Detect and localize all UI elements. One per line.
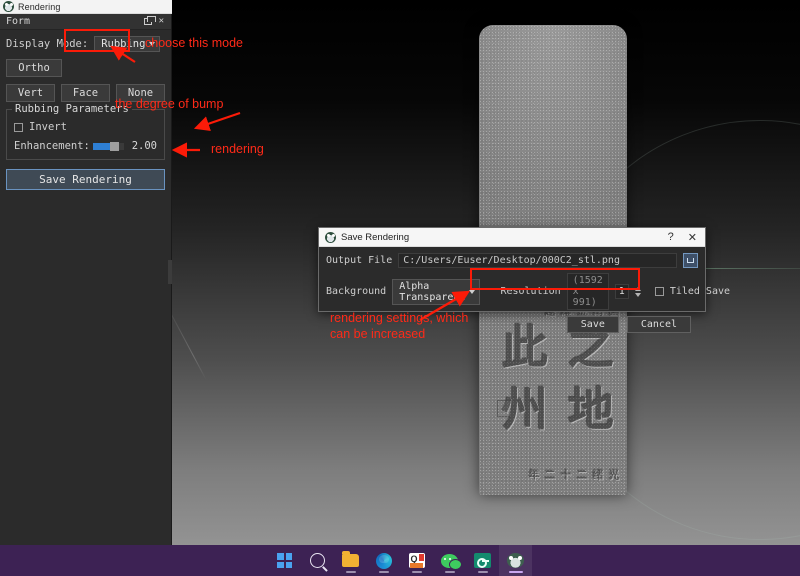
file-explorer-button[interactable] [334, 545, 367, 576]
invert-label: Invert [29, 121, 67, 133]
edge-browser-button[interactable] [367, 545, 400, 576]
windows-taskbar: Q [0, 545, 800, 576]
wechat-icon [441, 553, 462, 570]
ortho-button[interactable]: Ortho [6, 59, 62, 77]
undock-icon[interactable] [143, 16, 156, 25]
help-icon[interactable]: ? [668, 231, 674, 243]
form-panel-body: Display Mode: Rubbing Ortho Vert Face No… [0, 30, 171, 190]
running-indicator [378, 571, 389, 573]
enhancement-slider[interactable] [92, 141, 124, 151]
tiled-save-label: Tiled Save [669, 286, 731, 297]
background-select[interactable]: Alpha Transparent [392, 278, 481, 305]
folder-icon [342, 551, 359, 567]
form-dock-panel: Form ✕ Display Mode: Rubbing Ortho Vert … [0, 14, 172, 545]
axis-indicator-line-secondary [172, 300, 207, 381]
dialog-titlebar[interactable]: Save Rendering ? ✕ [319, 228, 705, 247]
panda-app-icon [3, 1, 14, 12]
output-file-input[interactable]: C:/Users/Euser/Desktop/000C2_stl.png [398, 253, 677, 268]
enhancement-label: Enhancement: [14, 140, 90, 152]
running-indicator [345, 571, 356, 573]
display-mode-row: Display Mode: Rubbing [6, 36, 165, 52]
dialog-body: Output File C:/Users/Euser/Desktop/000C2… [319, 247, 730, 333]
close-icon[interactable]: ✕ [159, 17, 164, 26]
resolution-scale-stepper[interactable] [634, 286, 641, 297]
display-mode-select[interactable]: Rubbing [94, 36, 161, 52]
running-indicator [444, 571, 455, 573]
invert-checkbox-row[interactable]: Invert [14, 121, 157, 133]
panel-splitter-handle[interactable] [168, 260, 172, 284]
wechat-button[interactable] [433, 545, 466, 576]
output-file-label: Output File [326, 255, 393, 266]
none-button[interactable]: None [116, 84, 165, 102]
panda-app-icon [507, 553, 524, 568]
stepper-down-icon[interactable] [634, 292, 641, 297]
display-mode-label: Display Mode: [6, 38, 89, 50]
resolution-scale-input[interactable]: 1 [614, 284, 629, 299]
chevron-down-icon [469, 289, 476, 294]
output-file-row: Output File C:/Users/Euser/Desktop/000C2… [326, 253, 698, 268]
enhancement-slider-fill [92, 142, 111, 150]
enhancement-row: Enhancement: 2.00 [14, 140, 157, 152]
app-titlebar[interactable]: Rendering [0, 0, 172, 14]
running-indicator [411, 571, 422, 573]
resolution-input[interactable]: (1592 x 991) [566, 273, 609, 310]
resolution-label: Resolution [500, 286, 561, 297]
chevron-down-icon [149, 42, 156, 46]
display-mode-value: Rubbing [101, 38, 146, 50]
qq-button[interactable]: Q [400, 545, 433, 576]
running-indicator [477, 571, 488, 573]
folder-browse-icon[interactable] [683, 253, 698, 268]
vert-button[interactable]: Vert [6, 84, 55, 102]
rendering-app-button[interactable] [499, 545, 532, 576]
dialog-footer: Save Cancel [326, 315, 698, 333]
start-button[interactable] [268, 545, 301, 576]
app-title-text: Rendering [18, 1, 61, 12]
password-manager-button[interactable] [466, 545, 499, 576]
save-rendering-dialog: Save Rendering ? ✕ Output File C:/Users/… [318, 227, 730, 333]
dialog-save-button[interactable]: Save [566, 316, 619, 333]
tiled-save-checkbox[interactable] [654, 287, 664, 296]
background-label: Background [326, 286, 387, 297]
windows-start-icon [277, 553, 292, 568]
close-icon[interactable]: ✕ [688, 231, 697, 244]
dock-title-text: Form [6, 16, 31, 27]
dialog-cancel-button[interactable]: Cancel [626, 316, 691, 333]
search-button[interactable] [301, 545, 334, 576]
invert-checkbox[interactable] [14, 122, 23, 132]
save-rendering-button[interactable]: Save Rendering [6, 169, 165, 190]
dialog-title-text: Save Rendering [341, 231, 410, 243]
face-button[interactable]: Face [61, 84, 110, 102]
background-resolution-row: Background Alpha Transparent Resolution … [326, 273, 730, 310]
panda-app-icon [325, 231, 336, 243]
stepper-up-icon[interactable] [634, 286, 641, 291]
edge-icon [375, 552, 392, 569]
screen-root: 光绪二十二年 地州 之此 国南金耀题 Rendering Form ✕ Disp… [0, 0, 800, 576]
dock-titlebar[interactable]: Form ✕ [0, 14, 171, 30]
enhancement-slider-handle[interactable] [109, 141, 119, 151]
background-value: Alpha Transparent [399, 280, 466, 303]
qq-icon: Q [408, 553, 425, 568]
key-icon [474, 553, 491, 568]
enhancement-value: 2.00 [131, 140, 157, 152]
search-icon [310, 553, 325, 568]
active-indicator [508, 571, 523, 573]
rubbing-parameters-group: Rubbing Parameters Invert Enhancement: 2… [6, 103, 165, 160]
rubbing-parameters-title: Rubbing Parameters [12, 103, 132, 115]
